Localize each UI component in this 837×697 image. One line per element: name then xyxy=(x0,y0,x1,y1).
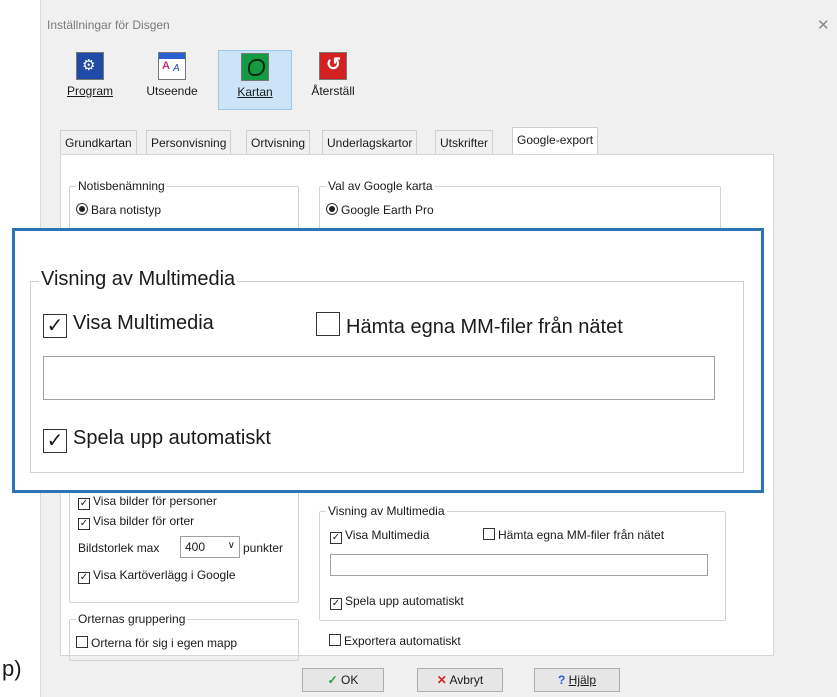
zoom-callout: Visning av Multimedia ✓ Visa Multimedia H… xyxy=(12,228,764,493)
image-size-unit: punkter xyxy=(243,541,284,555)
caption-label: p) xyxy=(2,656,22,681)
window-title: Inställningar för Disgen xyxy=(47,18,170,32)
checkbox-checked-icon: ✓ xyxy=(330,532,342,544)
show-place-images-checkbox[interactable]: ✓ Visa bilder för orter xyxy=(78,514,194,530)
notis-option-label: Bara notistyp xyxy=(91,203,162,217)
images-group: ✓ Visa bilder för personer ✓ Visa bilder f… xyxy=(69,475,299,603)
show-map-overlay-checkbox[interactable]: ✓ Visa Kartöverlägg i Google xyxy=(78,568,236,584)
zoom-multimedia-legend: Visning av Multimedia xyxy=(39,268,238,291)
checkmark-icon: ✓ xyxy=(327,673,338,687)
image-size-select[interactable]: 400 ∨ xyxy=(180,536,240,558)
radio-selected-icon xyxy=(326,203,338,215)
tab-underlagskartor[interactable]: Underlagskartor xyxy=(322,130,418,155)
zoom-autoplay-label: Spela upp automatiskt xyxy=(73,427,271,449)
close-icon[interactable]: ✕ xyxy=(817,16,830,34)
show-person-images-label: Visa bilder för personer xyxy=(93,494,217,508)
question-icon: ? xyxy=(557,673,566,687)
zoom-multimedia-group: Visning av Multimedia ✓ Visa Multimedia H… xyxy=(30,268,744,473)
help-button[interactable]: ? Hjälp xyxy=(534,668,620,692)
multimedia-path-input[interactable] xyxy=(330,554,708,576)
grouping-legend: Orternas gruppering xyxy=(76,612,188,626)
checkbox-checked-icon: ✓ xyxy=(43,314,67,338)
places-own-folder-checkbox[interactable]: Orterna för sig i egen mapp xyxy=(76,636,237,650)
toolbar-kartan-button[interactable]: Kartan xyxy=(218,50,292,110)
map-icon xyxy=(241,53,269,81)
show-person-images-checkbox[interactable]: ✓ Visa bilder för personer xyxy=(78,494,217,510)
notis-legend: Notisbenämning xyxy=(76,179,167,193)
autoplay-label: Spela upp automatiskt xyxy=(345,594,464,608)
zoom-multimedia-path-input[interactable] xyxy=(43,356,715,400)
tab-personvisning[interactable]: Personvisning xyxy=(146,130,232,155)
ok-button-label: OK xyxy=(341,673,359,687)
checkbox-checked-icon: ✓ xyxy=(330,598,342,610)
checkbox-unchecked-icon xyxy=(316,312,340,336)
places-own-folder-label: Orterna för sig i egen mapp xyxy=(91,636,238,650)
tab-ortvisning[interactable]: Ortvisning xyxy=(246,130,311,155)
grouping-group: Orternas gruppering Orterna för sig i eg… xyxy=(69,612,299,661)
image-size-value: 400 xyxy=(185,540,206,554)
notis-radio-bara-notistyp[interactable]: Bara notistyp xyxy=(76,203,161,217)
help-button-label: Hjälp xyxy=(568,673,597,687)
gears-icon: ⚙ xyxy=(76,52,104,80)
multimedia-group: Visning av Multimedia ✓ Visa Multimedia H… xyxy=(319,504,726,621)
tab-utskrifter[interactable]: Utskrifter xyxy=(435,130,493,155)
show-multimedia-checkbox[interactable]: ✓ Visa Multimedia xyxy=(330,528,429,544)
reset-icon: ↺ xyxy=(319,52,347,80)
cross-icon: ✕ xyxy=(436,673,447,687)
show-map-overlay-label: Visa Kartöverlägg i Google xyxy=(93,568,236,582)
toolbar-program-label: Program xyxy=(66,84,113,98)
tab-grundkartan[interactable]: Grundkartan xyxy=(60,130,137,155)
fetch-mm-files-label: Hämta egna MM-filer från nätet xyxy=(498,528,665,542)
toolbar-aterstall-button[interactable]: ↺ Återställ xyxy=(300,50,366,108)
fetch-mm-files-checkbox[interactable]: Hämta egna MM-filer från nätet xyxy=(483,528,664,542)
checkbox-unchecked-icon xyxy=(483,528,495,540)
google-earth-pro-radio[interactable]: Google Earth Pro xyxy=(326,203,434,217)
radio-selected-icon xyxy=(76,203,88,215)
google-map-legend: Val av Google karta xyxy=(326,179,435,193)
checkbox-unchecked-icon xyxy=(329,634,341,646)
appearance-icon: A A xyxy=(158,52,186,80)
zoom-show-multimedia-label: Visa Multimedia xyxy=(73,312,214,334)
checkbox-checked-icon: ✓ xyxy=(78,518,90,530)
export-automatically-label: Exportera automatiskt xyxy=(344,634,461,648)
export-automatically-checkbox[interactable]: Exportera automatiskt xyxy=(329,634,461,648)
zoom-show-multimedia-checkbox[interactable]: ✓ Visa Multimedia xyxy=(43,312,214,338)
google-map-option-label: Google Earth Pro xyxy=(341,203,434,217)
toolbar-kartan-label: Kartan xyxy=(237,85,273,99)
checkbox-checked-icon: ✓ xyxy=(43,429,67,453)
toolbar-utseende-label: Utseende xyxy=(146,84,198,98)
show-multimedia-label: Visa Multimedia xyxy=(345,528,430,542)
image-size-label: Bildstorlek max xyxy=(78,541,160,555)
toolbar-aterstall-label: Återställ xyxy=(311,84,355,98)
multimedia-legend: Visning av Multimedia xyxy=(326,504,447,518)
cancel-button-label: Avbryt xyxy=(449,673,484,687)
toolbar-utseende-button[interactable]: A A Utseende xyxy=(137,50,207,108)
chevron-down-icon: ∨ xyxy=(227,540,235,551)
ok-button[interactable]: ✓ OK xyxy=(302,668,384,692)
show-place-images-label: Visa bilder för orter xyxy=(93,514,195,528)
checkbox-checked-icon: ✓ xyxy=(78,498,90,510)
zoom-autoplay-checkbox[interactable]: ✓ Spela upp automatiskt xyxy=(43,427,271,453)
checkbox-unchecked-icon xyxy=(76,636,88,648)
zoom-fetch-mm-files-label: Hämta egna MM-filer från nätet xyxy=(346,316,623,338)
tab-google-export[interactable]: Google-export xyxy=(512,127,599,155)
zoom-fetch-mm-files-checkbox[interactable]: Hämta egna MM-filer från nätet xyxy=(316,312,623,339)
cancel-button[interactable]: ✕ Avbryt xyxy=(417,668,503,692)
autoplay-checkbox[interactable]: ✓ Spela upp automatiskt xyxy=(330,594,464,610)
toolbar-program-button[interactable]: ⚙ Program xyxy=(57,50,123,108)
checkbox-checked-icon: ✓ xyxy=(78,572,90,584)
